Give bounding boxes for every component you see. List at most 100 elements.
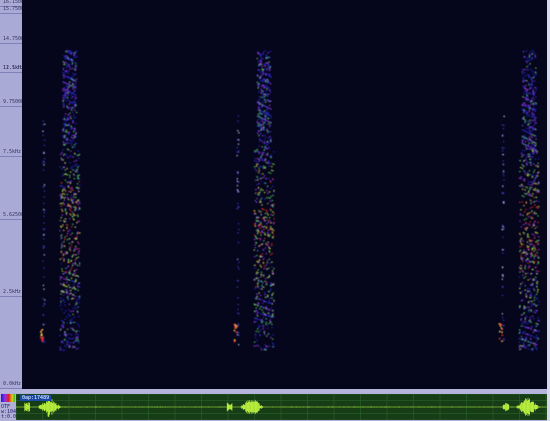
spectrogram-point: [257, 298, 259, 300]
spectrogram-point: [267, 137, 269, 139]
spectrogram-point: [257, 161, 260, 163]
spectrogram-point: [62, 72, 64, 74]
spectrogram-point: [266, 217, 268, 219]
spectrogram-point: [254, 158, 256, 160]
spectrogram-point: [522, 51, 525, 53]
spectrogram-point: [269, 197, 271, 199]
spectrogram-point: [261, 166, 263, 168]
spectrogram-point: [62, 100, 64, 102]
spectrogram-point: [75, 248, 77, 250]
spectrogram-point: [520, 237, 523, 239]
spectrogram-point: [71, 134, 73, 136]
spectrogram-point: [265, 54, 267, 56]
spectrogram-point: [532, 77, 534, 79]
spectrogram-point: [60, 300, 62, 302]
spectrogram-point: [267, 87, 269, 89]
spectrogram-point: [269, 92, 272, 94]
spectrogram-point: [266, 223, 268, 225]
spectrogram-point: [531, 85, 533, 87]
spectrogram-point: [530, 254, 532, 256]
spectrogram-point: [529, 156, 531, 158]
spectrogram-point: [501, 334, 504, 336]
spectrogram-point: [270, 222, 272, 224]
spectrogram-point: [233, 339, 236, 341]
spectrogram-point: [258, 145, 260, 147]
spectrogram-point: [266, 262, 268, 264]
spectrogram-point: [258, 153, 260, 155]
spectrogram-point: [65, 196, 67, 198]
spectrogram-point: [525, 293, 527, 295]
spectrogram-point: [76, 299, 78, 301]
spectrogram-point: [238, 139, 240, 141]
spectrogram-point: [75, 62, 77, 64]
spectrogram-point: [67, 97, 69, 99]
spectrogram-point: [61, 257, 64, 259]
spectrogram-point: [536, 335, 538, 337]
spectrogram-point: [64, 91, 66, 93]
spectrogram-point: [254, 179, 257, 181]
colormap-swatch[interactable]: [1, 394, 15, 402]
spectrogram-point: [73, 307, 75, 309]
spectrogram-point: [72, 88, 74, 90]
spectrogram-point: [256, 318, 258, 320]
spectrogram-point: [528, 92, 530, 94]
spectrogram-point: [64, 189, 66, 191]
spectrogram-point: [524, 268, 526, 270]
spectrogram-point: [272, 316, 275, 318]
spectrogram-point: [65, 334, 67, 336]
spectrogram-point: [525, 337, 527, 339]
spectrogram-point: [74, 106, 76, 108]
spectrogram-point: [76, 303, 78, 305]
spectrogram-point: [536, 344, 538, 346]
spectrogram-point: [257, 132, 259, 134]
spectrogram-point: [527, 262, 529, 264]
spectrogram-point: [527, 139, 530, 141]
spectrogram-point: [532, 189, 535, 191]
waveform-view[interactable]: 0ap:17489: [16, 394, 547, 420]
spectrogram-point: [254, 160, 256, 162]
spectrogram-point: [525, 201, 527, 203]
spectrogram-point: [43, 164, 45, 166]
spectrogram-point: [531, 77, 533, 79]
spectrogram-point: [534, 312, 536, 314]
spectrogram-point: [536, 298, 538, 300]
spectrogram-point: [44, 210, 46, 212]
spectrogram-point: [69, 162, 71, 164]
spectrogram-point: [533, 250, 535, 252]
spectrogram-point: [70, 125, 72, 127]
spectrogram-point: [43, 276, 45, 278]
spectrogram-point: [69, 156, 72, 158]
spectrogram-point: [63, 193, 66, 195]
spectrogram-point: [519, 201, 521, 203]
spectrogram-point: [59, 349, 61, 351]
spectrogram-point: [529, 334, 531, 336]
spectrogram-point: [62, 189, 64, 191]
spectrogram-point: [262, 135, 264, 137]
spectrogram-point: [43, 267, 45, 269]
spectrogram-point: [78, 325, 80, 327]
spectrogram-point: [63, 75, 65, 77]
spectrogram-point: [258, 123, 261, 125]
spectrogram-point: [72, 59, 74, 61]
spectrogram-point: [65, 218, 67, 220]
spectrogram-point: [536, 263, 538, 265]
spectrogram-point: [73, 98, 76, 100]
spectrogram-view[interactable]: [22, 0, 547, 389]
spectrogram-point: [62, 90, 64, 92]
spectrogram-point: [263, 228, 265, 230]
spectrogram-point: [266, 190, 268, 192]
spectrogram-point: [521, 156, 523, 158]
spectrogram-point: [525, 218, 528, 220]
spectrogram-point: [270, 131, 272, 133]
spectrogram-point: [273, 212, 275, 214]
spectrogram-point: [264, 146, 266, 148]
spectrogram-point: [75, 333, 77, 335]
spectrogram-point: [265, 136, 267, 138]
spectrogram-point: [530, 292, 533, 294]
spectrogram-point: [527, 247, 529, 249]
spectrogram-point: [260, 71, 262, 73]
spectrogram-point: [42, 228, 45, 230]
spectrogram-point: [531, 273, 533, 275]
spectrogram-point: [254, 288, 256, 290]
spectrogram-point: [528, 84, 530, 86]
